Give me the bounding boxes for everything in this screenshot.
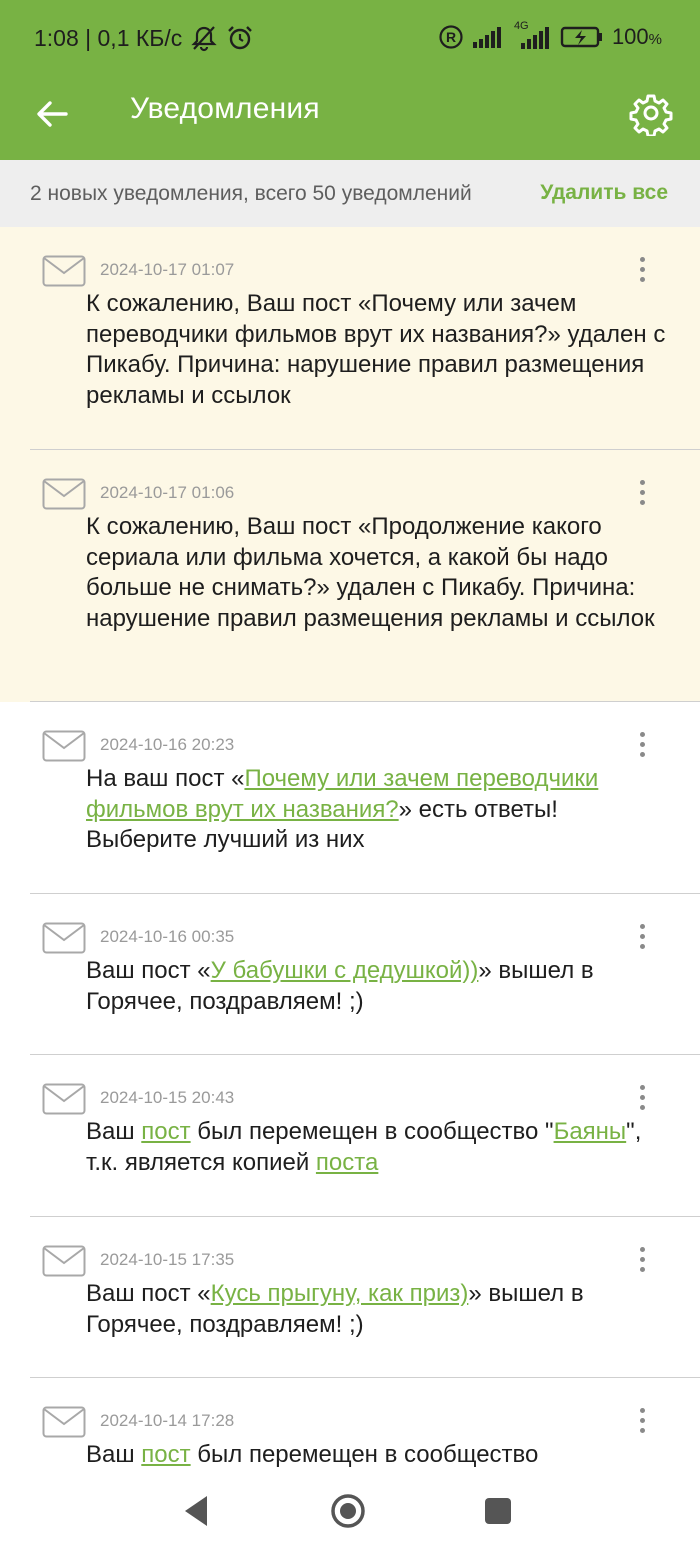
muted-bell-icon	[190, 24, 218, 52]
battery-charging-icon	[560, 25, 604, 49]
signal-icon	[472, 25, 504, 49]
nav-recents-icon[interactable]	[476, 1489, 520, 1533]
envelope-icon	[42, 922, 86, 954]
notification-date: 2024-10-17 01:06	[100, 483, 235, 502]
status-left: 1:08 | 0,1 КБ/с	[34, 24, 254, 52]
more-options-icon[interactable]	[630, 1247, 654, 1277]
more-options-icon[interactable]	[630, 924, 654, 954]
envelope-icon	[42, 478, 86, 510]
notification-item[interactable]: 2024-10-15 20:43 Ваш пост был перемещен …	[0, 1055, 700, 1217]
notification-item[interactable]: 2024-10-16 00:35 Ваш пост «У бабушки с д…	[0, 894, 700, 1055]
post-link[interactable]: пост	[141, 1118, 190, 1145]
battery-level: 100%	[611, 24, 662, 49]
envelope-icon	[42, 1406, 86, 1438]
page-title: Уведомления	[130, 92, 320, 125]
notification-date: 2024-10-14 17:28	[100, 1411, 235, 1430]
notification-item[interactable]: 2024-10-17 01:06 К сожалению, Ваш пост «…	[0, 450, 700, 702]
nav-home-icon[interactable]	[326, 1489, 370, 1533]
alarm-icon	[226, 24, 254, 52]
nav-back-icon[interactable]	[175, 1489, 219, 1533]
notification-text: Ваш пост «У бабушки с дедушкой))» вышел …	[86, 957, 594, 1015]
notification-text: На ваш пост «Почему или зачем переводчик…	[86, 765, 599, 853]
back-arrow-icon[interactable]	[30, 92, 74, 136]
notification-item[interactable]: 2024-10-17 01:07 К сожалению, Ваш пост «…	[0, 227, 700, 450]
more-options-icon[interactable]	[630, 1085, 654, 1115]
app-header: 1:08 | 0,1 КБ/с R 4G 100% Уведомления	[0, 0, 700, 160]
notification-text: К сожалению, Ваш пост «Продолжение каког…	[86, 513, 655, 632]
notification-text: Ваш пост «Кусь прыгуну, как приз)» вышел…	[86, 1280, 584, 1338]
signal-4g-icon: 4G	[512, 20, 552, 50]
notification-item[interactable]: 2024-10-15 17:35 Ваш пост «Кусь прыгуну,…	[0, 1217, 700, 1378]
svg-text:R: R	[446, 29, 456, 45]
envelope-icon	[42, 1083, 86, 1115]
more-options-icon[interactable]	[630, 1408, 654, 1438]
notification-item[interactable]: 2024-10-14 17:28 Ваш пост был перемещен …	[0, 1378, 700, 1467]
app-bar: Уведомления	[0, 76, 700, 160]
notification-text: Ваш пост был перемещен в сообщество "Бая…	[86, 1118, 642, 1176]
more-options-icon[interactable]	[630, 732, 654, 762]
post-link[interactable]: Кусь прыгуну, как приз)	[211, 1280, 469, 1307]
notification-date: 2024-10-16 20:23	[100, 735, 235, 754]
notification-date: 2024-10-15 20:43	[100, 1088, 235, 1107]
delete-all-button[interactable]: Удалить все	[540, 181, 668, 205]
notification-date: 2024-10-16 00:35	[100, 927, 235, 946]
envelope-icon	[42, 730, 86, 762]
envelope-icon	[42, 1245, 86, 1277]
notification-text: Ваш пост был перемещен в сообщество	[86, 1441, 539, 1467]
notification-item[interactable]: 2024-10-16 20:23 На ваш пост «Почему или…	[0, 702, 700, 894]
post-link[interactable]: У бабушки с дедушкой))	[211, 957, 479, 984]
system-nav-bar	[0, 1467, 700, 1556]
status-time-speed: 1:08 | 0,1 КБ/с	[34, 24, 183, 51]
settings-gear-icon[interactable]	[628, 90, 674, 138]
notification-date: 2024-10-15 17:35	[100, 1250, 235, 1269]
notification-text: К сожалению, Ваш пост «Почему или зачем …	[86, 290, 666, 409]
community-link[interactable]: Баяны	[554, 1118, 627, 1145]
notifications-list: 2024-10-17 01:07 К сожалению, Ваш пост «…	[0, 227, 700, 1467]
registered-icon: R	[438, 24, 464, 50]
status-right: R 4G 100%	[438, 20, 662, 50]
notifications-summary: 2 новых уведомления, всего 50 уведомлени…	[0, 160, 700, 227]
post-link[interactable]: пост	[141, 1441, 190, 1467]
notification-date: 2024-10-17 01:07	[100, 260, 235, 279]
notifications-count-text: 2 новых уведомления, всего 50 уведомлени…	[30, 182, 472, 205]
envelope-icon	[42, 255, 86, 287]
more-options-icon[interactable]	[630, 480, 654, 510]
network-type-label: 4G	[513, 20, 529, 32]
more-options-icon[interactable]	[630, 257, 654, 287]
original-post-link[interactable]: поста	[316, 1149, 378, 1176]
status-bar: 1:08 | 0,1 КБ/с R 4G 100%	[0, 0, 700, 76]
